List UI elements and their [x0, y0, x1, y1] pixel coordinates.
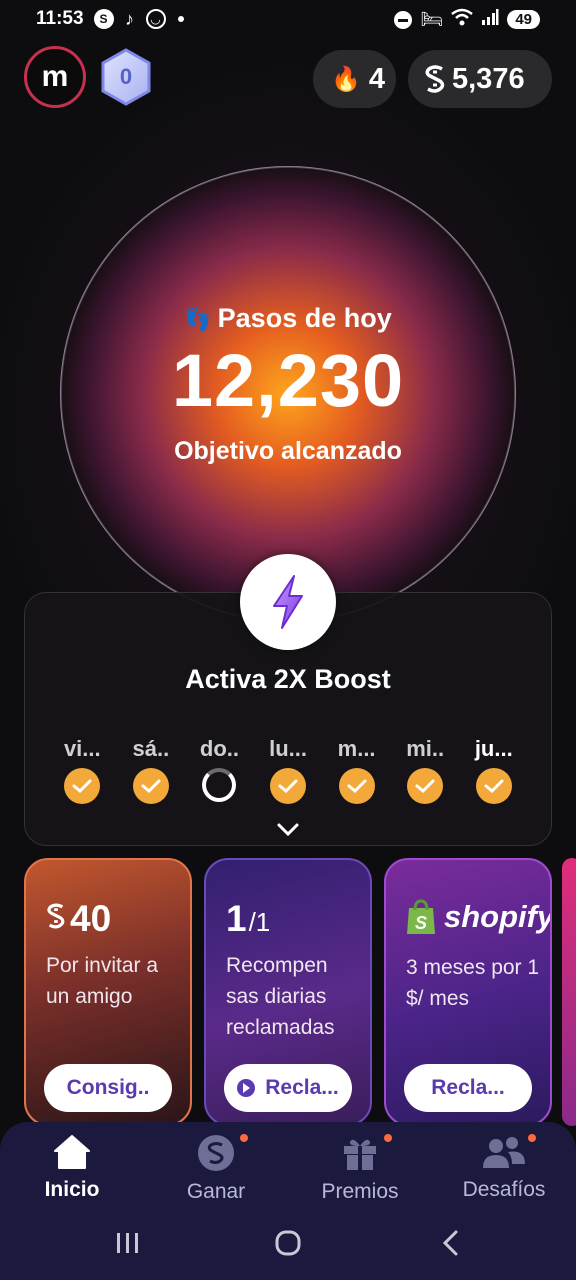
progress-ring-icon: [202, 768, 237, 802]
steps-heading: 👣 Pasos de hoy: [184, 303, 391, 334]
daily-progress: 1/1: [226, 898, 270, 940]
check-icon: [132, 768, 169, 804]
day-item: ju...: [459, 736, 528, 804]
steps-label: Pasos de hoy: [217, 302, 392, 333]
reward-amount-value: 40: [70, 898, 112, 939]
notification-dot: [528, 1134, 536, 1142]
day-label: ju...: [474, 736, 513, 761]
nav-home[interactable]: Inicio: [0, 1134, 144, 1202]
day-item: sá..: [117, 736, 186, 804]
signal-icon: [481, 8, 499, 31]
profile-avatar[interactable]: m: [24, 46, 86, 108]
lightning-bolt-icon: [273, 575, 303, 629]
sweatcoin-icon: [424, 64, 446, 94]
boost-title: Activa 2X Boost: [185, 664, 391, 694]
back-button[interactable]: [438, 1228, 462, 1258]
recent-apps-icon: [117, 1233, 138, 1253]
battery-indicator: 49: [507, 10, 540, 29]
status-icons: 🛏 49: [394, 8, 540, 31]
wifi-icon: [451, 8, 474, 31]
svg-text:S: S: [415, 913, 427, 933]
reward-description: Recompen sas diarias reclamadas: [226, 954, 335, 1039]
shopify-logo: S shopify: [404, 898, 552, 936]
chevron-down-icon[interactable]: [276, 820, 300, 840]
reward-card-shopify[interactable]: S shopify 3 meses por 1 $/ mes Recla...: [384, 858, 552, 1126]
level-badge[interactable]: 0: [100, 48, 152, 106]
check-icon: [407, 768, 444, 804]
coin-icon: [198, 1135, 234, 1171]
nav-challenges[interactable]: Desafíos: [432, 1134, 576, 1202]
shopify-bag-icon: S: [407, 899, 435, 934]
coin-balance: 5,376: [452, 62, 525, 95]
goal-status: Objetivo alcanzado: [174, 436, 402, 465]
steps-count: 12,230: [171, 338, 405, 422]
claim-button[interactable]: Recla...: [224, 1064, 352, 1112]
nav-earn-label: Ganar: [186, 1180, 246, 1203]
check-icon: [475, 768, 512, 804]
claim-button[interactable]: Recla...: [404, 1064, 532, 1112]
day-label: sá..: [132, 736, 170, 761]
home-icon: [54, 1135, 90, 1169]
nav-challenges-label: Desafíos: [462, 1178, 546, 1201]
tiktok-notification-icon: ♪: [125, 8, 135, 29]
status-time: 11:53: [36, 8, 84, 29]
day-label: m...: [337, 736, 376, 761]
claim-label: Recla...: [265, 1076, 339, 1099]
day-label: do..: [199, 736, 239, 761]
day-item: do..: [185, 736, 254, 804]
coin-balance-pill[interactable]: 5,376: [408, 50, 552, 108]
streak-count: 4: [368, 62, 386, 95]
get-button[interactable]: Consig..: [44, 1064, 172, 1112]
day-item: mi..: [391, 736, 460, 804]
sweatcoin-notification-icon: S: [93, 9, 114, 29]
play-icon: [237, 1079, 256, 1097]
daily-claimed: 1: [226, 898, 247, 939]
nav-home-label: Inicio: [44, 1178, 100, 1201]
fire-icon: 🔥: [331, 65, 361, 93]
home-circle-icon: [275, 1230, 301, 1256]
boost-button[interactable]: [240, 554, 336, 650]
day-item: m...: [322, 736, 391, 804]
dnd-icon: [394, 10, 413, 29]
check-icon: [64, 768, 101, 804]
home-system-button[interactable]: [274, 1228, 302, 1258]
day-label: mi..: [406, 736, 445, 761]
footprints-icon: 👣: [184, 306, 212, 332]
level-value: 0: [119, 64, 133, 89]
reward-amount: 40: [46, 898, 111, 940]
week-streak: vi... sá.. do.. lu... m... mi.. ju...: [48, 736, 528, 804]
day-label: vi...: [63, 736, 101, 761]
day-item: vi...: [48, 736, 117, 804]
nav-earn[interactable]: Ganar: [144, 1134, 288, 1204]
daily-total: /1: [248, 907, 271, 937]
reward-description: Por invitar a un amigo: [46, 954, 159, 1008]
people-icon: [483, 1137, 525, 1168]
reward-description: 3 meses por 1 $/ mes: [406, 956, 540, 1010]
nav-rewards[interactable]: Premios: [288, 1134, 432, 1204]
day-label: lu...: [269, 736, 307, 761]
notification-dot: [384, 1134, 392, 1142]
notification-dot: [240, 1134, 248, 1142]
sleep-mode-icon: 🛏: [420, 9, 444, 29]
reward-card-daily[interactable]: 1/1 Recompen sas diarias reclamadas Recl…: [204, 858, 372, 1126]
more-notifications-dot: [177, 16, 184, 22]
streak-pill[interactable]: 🔥 4: [313, 50, 396, 108]
reward-card-invite[interactable]: 40 Por invitar a un amigo Consig..: [24, 858, 192, 1126]
shopify-wordmark: shopify: [444, 899, 552, 934]
check-icon: [338, 768, 375, 804]
day-item: lu...: [254, 736, 323, 804]
app-notification-icon: ◡: [145, 9, 166, 29]
reward-card-partial[interactable]: [562, 858, 576, 1126]
check-icon: [270, 768, 307, 804]
back-icon: [442, 1230, 458, 1256]
sweatcoin-icon: [47, 903, 65, 929]
gift-icon: [344, 1139, 376, 1170]
nav-rewards-label: Premios: [321, 1180, 399, 1203]
recent-apps-button[interactable]: [114, 1228, 140, 1258]
